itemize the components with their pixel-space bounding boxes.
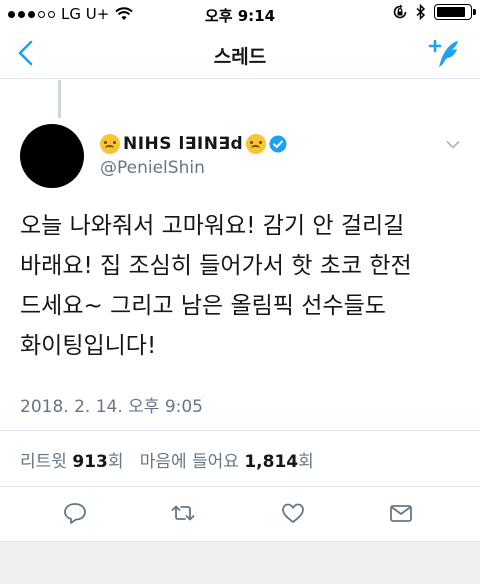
bottom-reply-bar[interactable] bbox=[0, 541, 480, 584]
thread-connector-line bbox=[58, 80, 61, 118]
bluetooth-icon bbox=[416, 4, 426, 20]
display-name: NIHS l∃IN∃d bbox=[123, 134, 244, 154]
page-title: 스레드 bbox=[213, 46, 267, 68]
navigation-bar: 스레드 bbox=[0, 28, 480, 79]
compose-tweet-icon[interactable] bbox=[428, 38, 464, 70]
envelope-icon[interactable] bbox=[388, 501, 414, 525]
retweets-label: 리트윗 bbox=[20, 452, 67, 472]
verified-badge-icon bbox=[269, 135, 287, 153]
reply-icon[interactable] bbox=[62, 501, 88, 525]
rotation-lock-icon bbox=[393, 4, 407, 19]
user-handle[interactable]: @PenielShin bbox=[100, 158, 205, 178]
retweets-suffix: 회 bbox=[107, 452, 124, 472]
author-name-row[interactable]: NIHS l∃IN∃d bbox=[100, 134, 287, 154]
likes-stat[interactable]: 마음에 들어요 1,814회 bbox=[140, 452, 314, 472]
retweets-stat[interactable]: 리트윗 913회 bbox=[20, 452, 123, 472]
likes-label: 마음에 들어요 bbox=[139, 452, 239, 472]
battery-icon bbox=[434, 4, 476, 20]
likes-count: 1,814 bbox=[244, 452, 299, 472]
stats-row: 리트윗 913회 마음에 들어요 1,814회 bbox=[20, 447, 314, 472]
retweet-icon[interactable] bbox=[170, 501, 196, 525]
upside-down-face-emoji-icon bbox=[100, 134, 120, 154]
likes-suffix: 회 bbox=[298, 452, 314, 472]
tweet-text: 오늘 나와줘서 고마워요! 감기 안 걸리길 바래요! 집 조심히 들어가서 핫… bbox=[20, 206, 460, 366]
tweet-text-line: 바래요! 집 조심히 들어가서 핫 초코 한전 bbox=[20, 253, 412, 279]
tweet-text-line: 오늘 나와줘서 고마워요! 감기 안 걸리길 bbox=[20, 213, 405, 239]
tweet-actions bbox=[0, 487, 480, 541]
heart-icon[interactable] bbox=[280, 501, 306, 525]
tweet-stats: 리트윗 913회 마음에 들어요 1,814회 bbox=[0, 430, 480, 487]
avatar[interactable] bbox=[20, 124, 84, 188]
chevron-down-icon[interactable] bbox=[446, 140, 460, 150]
status-right bbox=[392, 4, 476, 20]
status-bar: LG U+ 오후 9:14 bbox=[0, 0, 480, 28]
tweet-text-line: 드세요~ 그리고 남은 올림픽 선수들도 bbox=[20, 293, 386, 319]
tweet-text-line: 화이팅입니다! bbox=[20, 333, 157, 359]
tweet-timestamp: 2018. 2. 14. 오후 9:05 bbox=[20, 397, 203, 417]
upside-down-face-emoji-icon bbox=[246, 134, 267, 154]
battery-fill bbox=[437, 7, 465, 17]
retweets-count: 913 bbox=[72, 452, 108, 472]
